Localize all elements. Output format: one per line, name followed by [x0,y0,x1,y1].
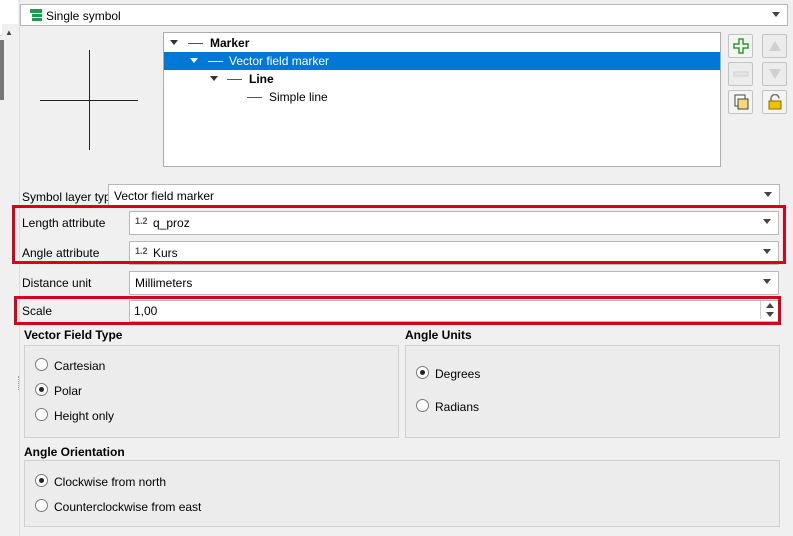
scroll-up-arrow-icon[interactable]: ▲ [5,28,13,37]
splitter-handle[interactable] [18,376,21,390]
radio-dot [39,478,44,483]
angle-units-title: Angle Units [405,328,472,342]
lock-layer-button[interactable] [762,90,787,114]
symbol-preview [22,32,160,164]
duplicate-icon [734,94,749,110]
radio-clockwise-from-north[interactable] [35,474,48,487]
remove-layer-button[interactable] [728,62,753,86]
preview-line-vertical [89,50,90,150]
line-symbol-icon [227,79,242,80]
expand-arrow-icon[interactable] [210,76,218,81]
angle-orientation-group [24,460,780,527]
symbol-layer-type-label: Symbol layer type [22,190,118,204]
plus-icon [733,38,749,54]
arrow-up-icon [769,41,781,51]
radio-degrees[interactable] [416,366,429,379]
add-layer-button[interactable] [728,34,753,58]
lock-icon [768,94,782,110]
tree-item-label: Marker [210,36,250,50]
radio-dot [39,387,44,392]
renderer-label: Single symbol [46,9,121,23]
marker-symbol-icon [188,43,203,44]
radio-label-radians[interactable]: Radians [435,400,479,414]
distance-unit-value: Millimeters [135,276,193,290]
renderer-select[interactable]: Single symbol [20,4,788,26]
duplicate-layer-button[interactable] [728,90,753,114]
radio-label-polar[interactable]: Polar [54,384,82,398]
scrollbar-thumb[interactable] [0,40,4,100]
distance-unit-label: Distance unit [22,276,92,290]
chevron-down-icon [772,12,780,17]
arrow-down-icon [769,69,781,79]
radio-radians[interactable] [416,399,429,412]
vector-field-type-title: Vector Field Type [24,328,123,342]
chevron-down-icon [764,192,772,197]
expand-arrow-icon[interactable] [190,58,198,63]
symbol-layer-tree[interactable]: Marker Vector field marker Line Simple l… [163,32,721,167]
radio-polar[interactable] [35,383,48,396]
radio-cartesian[interactable] [35,358,48,371]
vector-field-symbol-icon [208,61,223,62]
radio-height-only[interactable] [35,408,48,421]
radio-label-counterclockwise-from-east[interactable]: Counterclockwise from east [54,500,201,514]
angle-orientation-title: Angle Orientation [24,445,125,459]
left-scrollbar[interactable] [2,24,18,536]
tree-item-label: Line [249,72,274,86]
highlight-box-attributes [12,205,786,264]
radio-counterclockwise-from-east[interactable] [35,499,48,512]
tree-item-label: Simple line [269,90,328,104]
tree-item-line[interactable]: Line [164,70,720,88]
radio-label-degrees[interactable]: Degrees [435,367,480,381]
radio-label-clockwise-from-north[interactable]: Clockwise from north [54,475,166,489]
radio-label-cartesian[interactable]: Cartesian [54,359,105,373]
simple-line-symbol-icon [247,97,262,98]
tree-item-vector-field-marker[interactable]: Vector field marker [164,52,720,70]
expand-arrow-icon[interactable] [170,40,178,45]
angle-units-group [405,345,780,438]
symbol-layer-type-value: Vector field marker [114,189,215,203]
radio-dot [420,370,425,375]
minus-icon [733,71,749,77]
tree-item-simple-line[interactable]: Simple line [164,88,720,106]
move-down-button[interactable] [762,62,787,86]
highlight-box-scale [14,296,781,325]
chevron-down-icon [763,279,771,284]
move-up-button[interactable] [762,34,787,58]
distance-unit-select[interactable]: Millimeters [129,271,779,295]
tree-item-marker[interactable]: Marker [164,34,720,52]
radio-label-height-only[interactable]: Height only [54,409,114,423]
single-symbol-icon [30,9,42,21]
tree-item-label: Vector field marker [229,54,330,68]
